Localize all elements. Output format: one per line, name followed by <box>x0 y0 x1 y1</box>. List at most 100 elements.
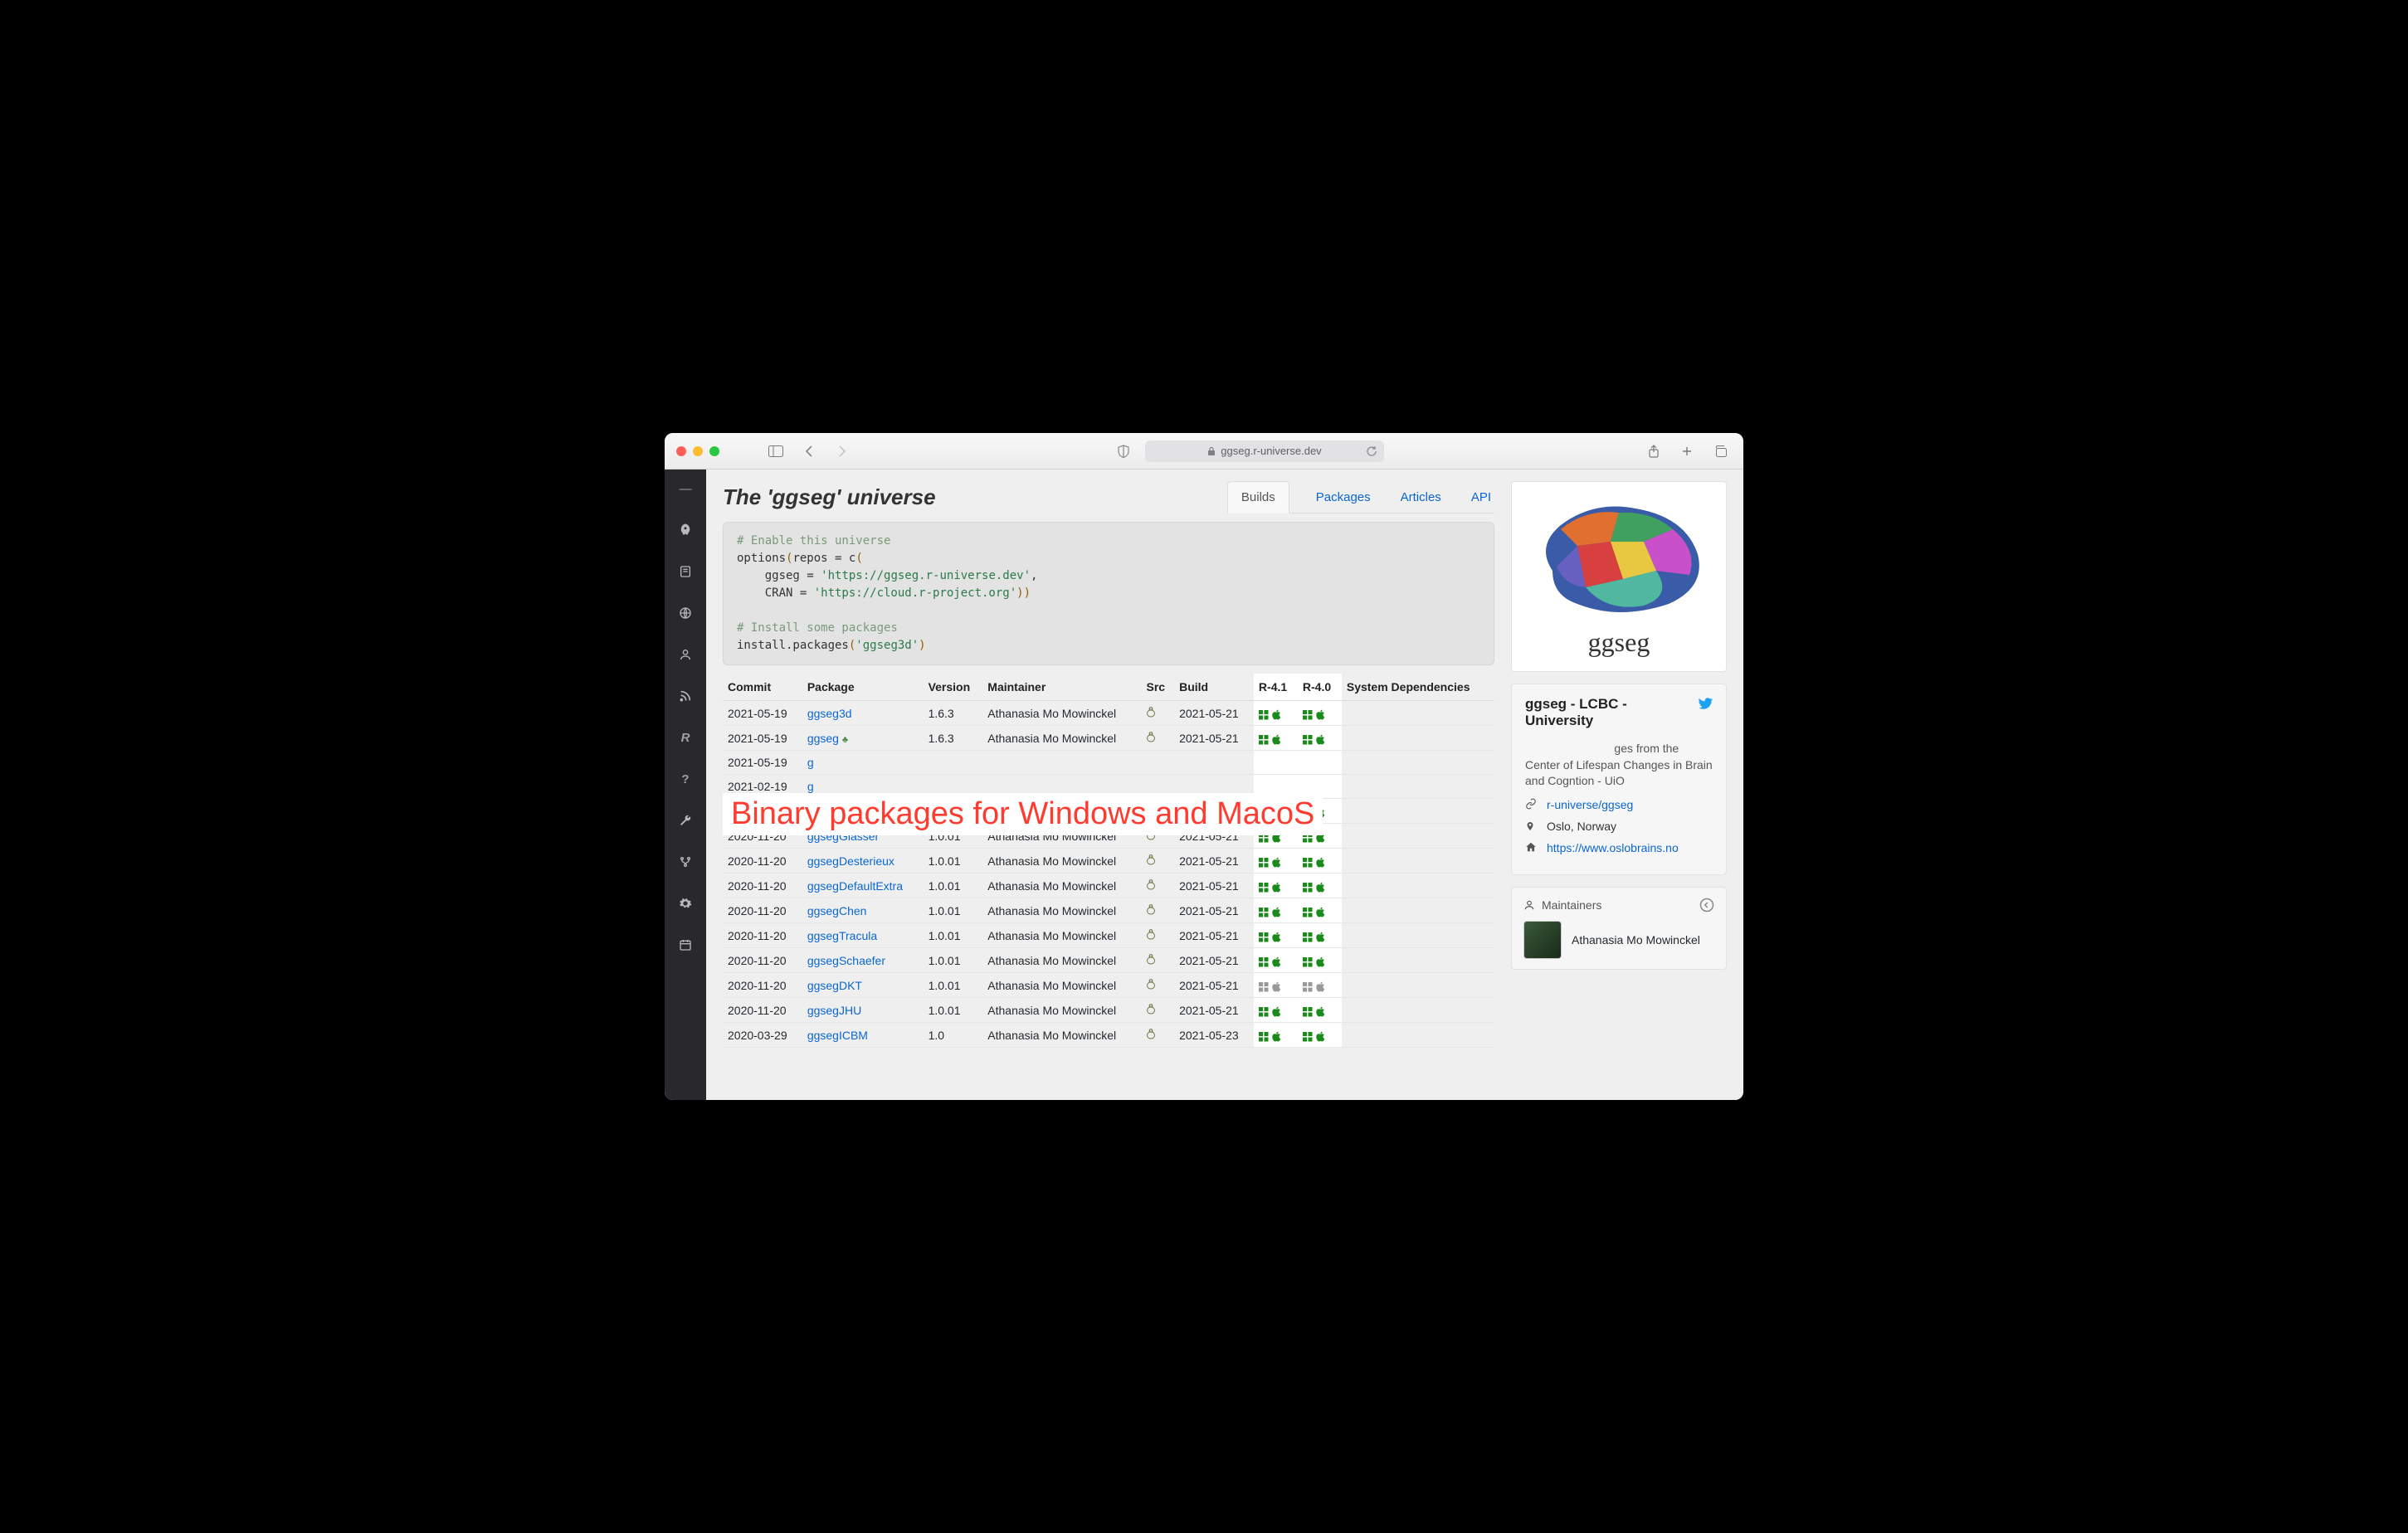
package-link[interactable]: ggsegDesterieux <box>807 854 894 868</box>
cell-maintainer: Athanasia Mo Mowinckel <box>982 701 1141 726</box>
minimize-window-button[interactable] <box>693 446 703 456</box>
cell-package: ggsegSchaefer <box>802 948 924 973</box>
code-snippet[interactable]: # Enable this universe options(repos = c… <box>723 522 1494 665</box>
nav-item-wrench[interactable] <box>665 808 706 833</box>
nav-item-gear[interactable] <box>665 891 706 916</box>
lock-icon <box>1207 446 1216 456</box>
twitter-icon[interactable] <box>1698 696 1713 736</box>
nav-item-r[interactable]: R <box>665 725 706 750</box>
cell-src <box>1141 1023 1174 1048</box>
package-link[interactable]: ggseg3d <box>807 707 852 720</box>
cell-package: ggsegTracula <box>802 923 924 948</box>
nav-item-book[interactable] <box>665 559 706 584</box>
package-link[interactable]: ggsegSchaefer <box>807 954 885 967</box>
repo-link[interactable]: r-universe/ggseg <box>1547 798 1633 811</box>
col-commit[interactable]: Commit <box>723 674 802 701</box>
col-build[interactable]: Build <box>1174 674 1254 701</box>
cell-r40 <box>1298 998 1342 1023</box>
package-link[interactable]: ggsegDefaultExtra <box>807 879 903 893</box>
cell-r41 <box>1254 849 1298 874</box>
nav-item-rocket[interactable] <box>665 518 706 543</box>
tab-builds[interactable]: Builds <box>1227 481 1289 513</box>
cell-r40 <box>1298 874 1342 898</box>
col-version[interactable]: Version <box>924 674 983 701</box>
cell-maintainer: Athanasia Mo Mowinckel <box>982 874 1141 898</box>
cell-r41 <box>1254 998 1298 1023</box>
location-icon <box>1525 820 1538 833</box>
package-link[interactable]: ggseg <box>807 732 839 745</box>
cell-commit: 2020-11-20 <box>723 923 802 948</box>
cell-sysdep <box>1342 824 1494 849</box>
cell-build: 2021-05-21 <box>1174 849 1254 874</box>
url-bar[interactable]: ggseg.r-universe.dev <box>1145 440 1383 462</box>
site-link[interactable]: https://www.oslobrains.no <box>1547 841 1679 854</box>
tab-packages[interactable]: Packages <box>1313 482 1374 513</box>
nav-item-rss[interactable] <box>665 684 706 708</box>
share-icon[interactable] <box>1642 445 1665 458</box>
tab-api[interactable]: API <box>1468 482 1494 513</box>
cell-version: 1.0.01 <box>924 998 983 1023</box>
cell-maintainer: Athanasia Mo Mowinckel <box>982 849 1141 874</box>
cell-build: 2021-05-21 <box>1174 898 1254 923</box>
nav-item-branch[interactable] <box>665 849 706 874</box>
cell-r41 <box>1254 973 1298 998</box>
package-link[interactable]: ggsegICBM <box>807 1029 868 1042</box>
cell-r41 <box>1254 1023 1298 1048</box>
table-row: 2020-11-20ggsegDKT1.0.01Athanasia Mo Mow… <box>723 973 1494 998</box>
table-row: 2020-11-20ggsegSchaefer1.0.01Athanasia M… <box>723 948 1494 973</box>
close-window-button[interactable] <box>676 446 686 456</box>
nav-item-dash[interactable]: — <box>665 476 706 501</box>
maintainer-row[interactable]: Athanasia Mo Mowinckel <box>1523 921 1714 959</box>
nav-item-globe[interactable] <box>665 601 706 625</box>
maximize-window-button[interactable] <box>709 446 719 456</box>
package-link[interactable]: ggsegChen <box>807 904 867 917</box>
package-link[interactable]: ggsegTracula <box>807 929 877 942</box>
col-src[interactable]: Src <box>1141 674 1174 701</box>
cell-maintainer: Athanasia Mo Mowinckel <box>982 1023 1141 1048</box>
package-link[interactable]: g <box>807 756 814 769</box>
cell-r40 <box>1298 973 1342 998</box>
tabs-overview-icon[interactable] <box>1709 445 1732 457</box>
new-tab-icon[interactable] <box>1675 445 1699 457</box>
brain-logo-icon <box>1528 496 1710 620</box>
package-link[interactable]: ggsegJHU <box>807 1004 861 1017</box>
cell-commit: 2021-05-19 <box>723 726 802 751</box>
cell-r41 <box>1254 701 1298 726</box>
back-button[interactable] <box>797 445 821 457</box>
package-link[interactable]: ggsegDKT <box>807 979 862 992</box>
tab-articles[interactable]: Articles <box>1397 482 1445 513</box>
col-package[interactable]: Package <box>802 674 924 701</box>
cell-sysdep <box>1342 849 1494 874</box>
refresh-icon[interactable] <box>1366 445 1377 457</box>
linux-icon <box>1146 707 1156 720</box>
cell-src <box>1141 973 1174 998</box>
cell-build: 2021-05-23 <box>1174 1023 1254 1048</box>
cell-src <box>1141 898 1174 923</box>
back-circle-icon[interactable] <box>1699 898 1714 912</box>
annotation-overlay: Binary packages for Windows and MacoS <box>723 793 1323 835</box>
linux-icon <box>1146 904 1156 917</box>
table-row: 2020-11-20ggsegChen1.0.01Athanasia Mo Mo… <box>723 898 1494 923</box>
org-info-card: ggseg - LCBC - University Brain atlas pa… <box>1511 684 1727 875</box>
cell-r41 <box>1254 874 1298 898</box>
shield-icon[interactable] <box>1112 445 1135 458</box>
cell-version: 1.6.3 <box>924 701 983 726</box>
col-r40[interactable]: R-4.0 <box>1298 674 1342 701</box>
cell-r40 <box>1298 923 1342 948</box>
cell-sysdep <box>1342 973 1494 998</box>
col-sysdep[interactable]: System Dependencies <box>1342 674 1494 701</box>
nav-item-help[interactable]: ? <box>665 766 706 791</box>
forward-button[interactable] <box>831 445 854 457</box>
cell-package: ggsegChen <box>802 898 924 923</box>
package-link[interactable]: g <box>807 780 814 793</box>
cell-src <box>1141 923 1174 948</box>
col-r41[interactable]: R-4.1 <box>1254 674 1298 701</box>
sidebar-toggle-icon[interactable] <box>764 445 787 457</box>
linux-icon <box>1146 1004 1156 1017</box>
cell-sysdep <box>1342 701 1494 726</box>
person-icon <box>1523 899 1535 911</box>
tab-bar: Builds Packages Articles API <box>1227 481 1494 513</box>
nav-item-calendar[interactable] <box>665 932 706 957</box>
col-maintainer[interactable]: Maintainer <box>982 674 1141 701</box>
nav-item-user[interactable] <box>665 642 706 667</box>
